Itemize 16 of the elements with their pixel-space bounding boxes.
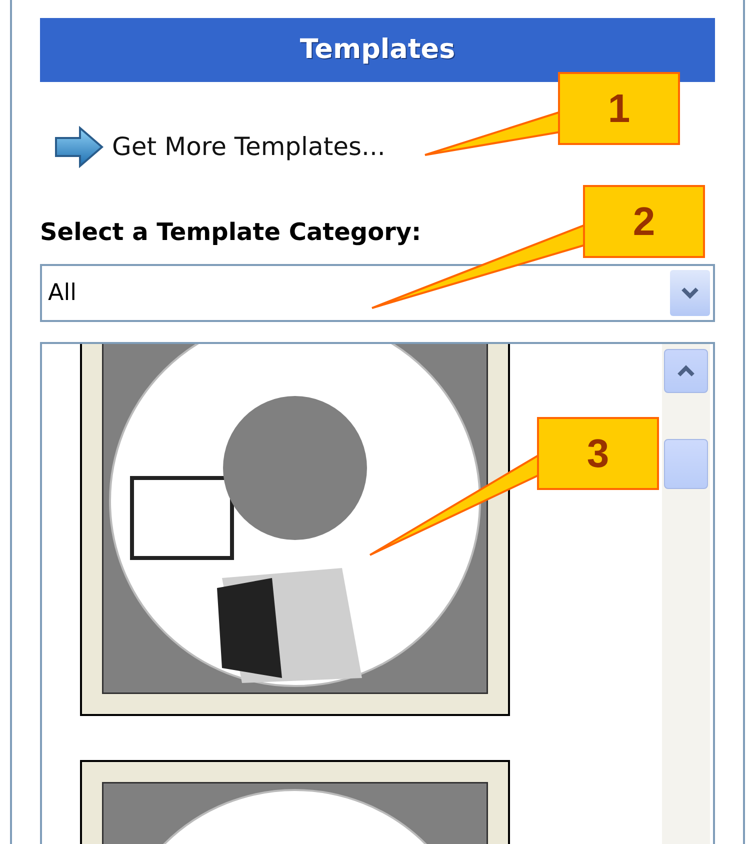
chevron-down-icon <box>681 287 699 299</box>
chevron-up-icon <box>677 365 695 377</box>
callout-label: 2 <box>583 185 705 258</box>
category-dropdown[interactable]: All <box>40 264 715 322</box>
scroll-up-button[interactable] <box>664 349 708 393</box>
get-more-templates-link[interactable]: Get More Templates... <box>112 128 386 166</box>
dropdown-value: All <box>48 278 78 308</box>
panel-title: Templates <box>300 32 456 67</box>
template-thumbnail[interactable] <box>80 344 510 716</box>
scrollbar[interactable] <box>662 344 710 844</box>
callout-label: 3 <box>537 417 659 490</box>
category-label: Select a Template Category: <box>40 217 422 248</box>
arrow-icon <box>54 126 104 168</box>
callout-label: 1 <box>558 72 680 145</box>
scroll-thumb[interactable] <box>664 439 708 489</box>
dropdown-button[interactable] <box>670 270 710 316</box>
